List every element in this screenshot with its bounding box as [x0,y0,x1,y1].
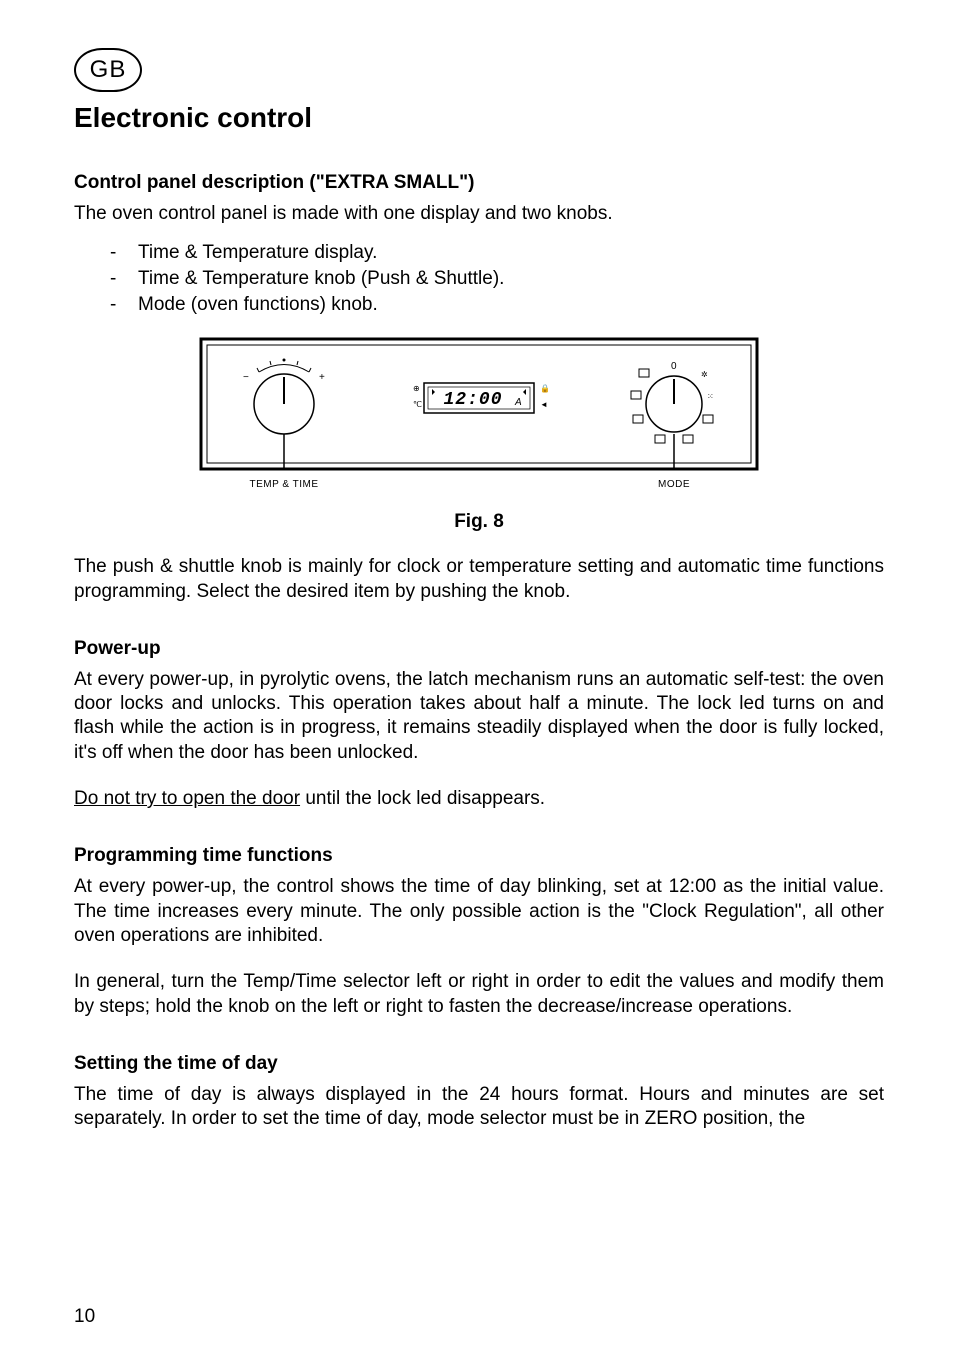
display-value: 12:00 [443,390,502,410]
text-after-figure: The push & shuttle knob is mainly for cl… [74,555,884,604]
temp-time-label: TEMP & TIME [249,479,318,490]
heading-programming: Programming time functions [74,845,884,867]
lock-icon: 🔒 [540,384,550,393]
heading-power-up: Power-up [74,638,884,660]
mode-icon [655,435,665,443]
text-programming-1: At every power-up, the control shows the… [74,875,884,948]
figure-caption: Fig. 8 [74,511,884,533]
locale-badge: GB [74,48,142,92]
locale-badge-text: GB [90,56,127,84]
right-marker-icon [523,389,526,395]
list-item: Time & Temperature knob (Push & Shuttle)… [110,266,884,292]
mode-icon [703,415,713,423]
text-control-panel-intro: The oven control panel is made with one … [74,202,884,226]
text-power-up-rest: until the lock led disappears. [300,788,545,809]
text-power-up-underlined: Do not try to open the door [74,788,300,809]
text-power-up-2: Do not try to open the door until the lo… [74,787,884,811]
text-programming-2: In general, turn the Temp/Time selector … [74,970,884,1019]
display-suffix: A [514,397,522,408]
temp-unit-icon: ℃ [413,400,422,409]
mode-zero-label: 0 [671,361,677,372]
minus-label: − [243,372,249,383]
left-marker-icon [432,389,435,395]
figure-8: − + TEMP & TIME 12:00 A ⊕ ℃ 🔒 ◄ [199,337,759,507]
heading-control-panel: Control panel description ("EXTRA SMALL"… [74,172,884,194]
list-item: Mode (oven functions) knob. [110,292,884,318]
text-power-up-1: At every power-up, in pyrolytic ovens, t… [74,668,884,765]
mode-icon: ✲ [701,370,708,379]
list-item: Time & Temperature display. [110,240,884,266]
mode-icon: ⁙ [707,392,714,401]
mode-icon [683,435,693,443]
plus-label: + [319,372,325,383]
time-display: 12:00 A ⊕ ℃ 🔒 ◄ [413,383,550,413]
mode-icon [633,415,643,423]
temp-time-knob: − + [243,359,325,470]
celsius-icon: ⊕ [413,384,420,393]
mode-knob: 0 ✲ ⁙ [631,361,714,469]
control-panel-bullets: Time & Temperature display. Time & Tempe… [110,240,884,317]
page-number: 10 [74,1306,95,1328]
mode-label: MODE [658,479,690,490]
heading-setting-time: Setting the time of day [74,1053,884,1075]
bell-icon: ◄ [540,400,548,409]
mode-icon [639,369,649,377]
page-title: Electronic control [74,102,884,134]
text-setting-time-1: The time of day is always displayed in t… [74,1083,884,1132]
mode-icon [631,391,641,399]
